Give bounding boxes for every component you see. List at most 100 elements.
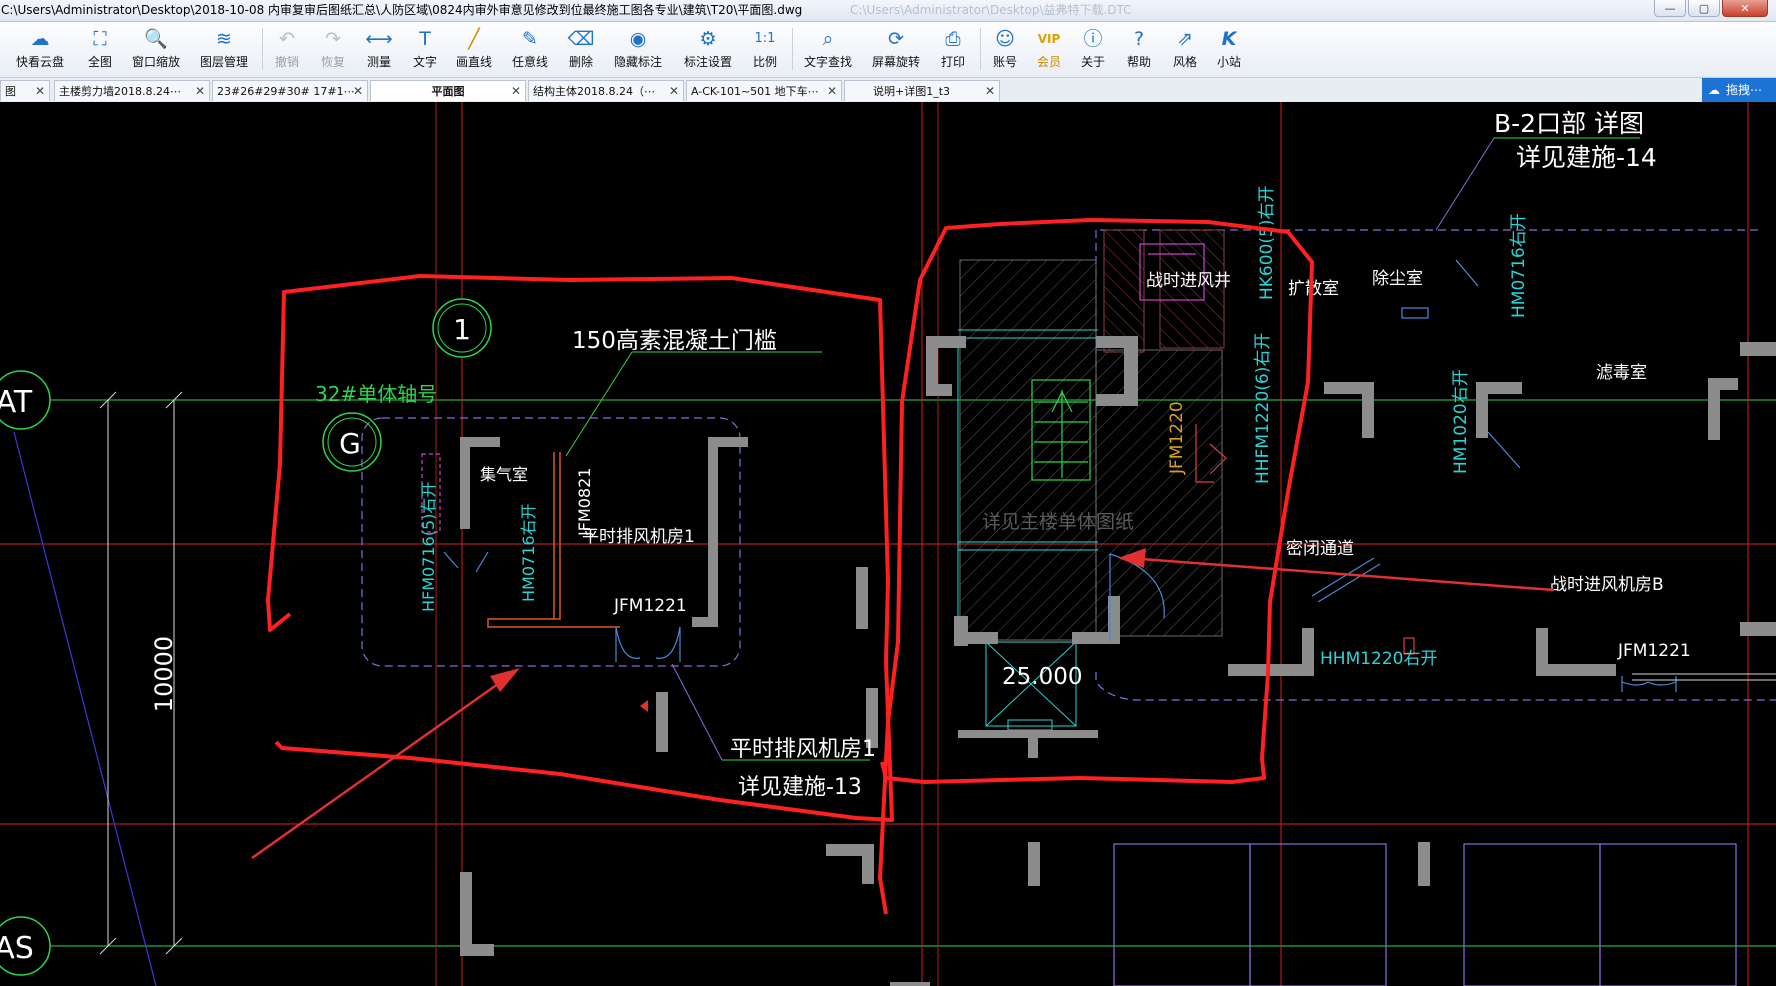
printer-icon: ⎙ — [945, 28, 961, 50]
drag-label: 拖拽⋯ — [1726, 83, 1763, 97]
tool-label: 全图 — [87, 55, 112, 69]
style-button[interactable]: ⇗ 风格 — [1168, 24, 1202, 74]
line-icon: ╱ — [468, 28, 480, 50]
tab-close-icon[interactable]: ✕ — [35, 81, 45, 101]
text-search-icon: ⌕ — [822, 28, 834, 50]
tool-label: 帮助 — [1126, 55, 1151, 69]
b2-leader — [1435, 137, 1495, 231]
text-search-button[interactable]: ⌕ 文字查找 — [800, 24, 856, 74]
door-label-hhm1220: HHM1220右开 — [1320, 649, 1438, 669]
annotation-settings-button[interactable]: ⚙ 标注设置 — [680, 24, 736, 74]
rotate-screen-icon: ⟳ — [888, 28, 904, 50]
text-icon: T — [419, 28, 431, 50]
ref-sheet-label: 详见建施-13 — [738, 775, 862, 800]
diagonal-line — [13, 431, 157, 986]
tool-label: 标注设置 — [683, 55, 732, 69]
tab-close-icon[interactable]: ✕ — [511, 81, 521, 101]
maximize-button[interactable]: ▢ — [1688, 0, 1720, 17]
door-label-jfm1221-a: JFM1221 — [613, 596, 687, 616]
tool-label: 比例 — [752, 55, 777, 69]
tab-close-icon[interactable]: ✕ — [195, 81, 205, 101]
freehand-button[interactable]: ✎ 任意线 — [508, 24, 552, 74]
ref-leader — [671, 663, 723, 761]
tool-label: 关于 — [1080, 55, 1105, 69]
ghost-title: C:\Users\Administrator\Desktop\益弗特下载.DTC — [850, 3, 1132, 17]
document-tabs: 图 ✕ 主楼剪力墙2018.8.24⋯ ✕ 23#26#29#30# 17#1⋯… — [0, 78, 1776, 103]
vip-button[interactable]: VIP 会员 — [1032, 24, 1066, 74]
draw-line-button[interactable]: ╱ 画直线 — [452, 24, 496, 74]
tab-item-active[interactable]: 平面图 ✕ — [370, 80, 526, 101]
full-view-icon: ⛶ — [93, 28, 107, 50]
tab-item[interactable]: 主楼剪力墙2018.8.24⋯ ✕ — [54, 80, 210, 101]
markup-arrowhead-left — [490, 668, 520, 692]
eraser-icon: ⌫ — [567, 28, 595, 50]
tab-item[interactable]: A-CK-101~501 地下车⋯ ✕ — [686, 80, 842, 101]
room-label-lvdu: 滤毒室 — [1596, 363, 1647, 383]
help-button[interactable]: ? 帮助 — [1122, 24, 1156, 74]
text-button[interactable]: T 文字 — [408, 24, 442, 74]
cad-drawing: 10000 AT AS 1 G 32#单体轴号 150高素混凝土门槛 集气室 J… — [0, 102, 1776, 986]
toolbar-separator — [262, 28, 263, 70]
print-button[interactable]: ⎙ 打印 — [936, 24, 970, 74]
full-view-button[interactable]: ⛶ 全图 — [80, 24, 120, 74]
delete-button[interactable]: ⌫ 删除 — [564, 24, 598, 74]
b2-ref: 详见建施-14 — [1516, 143, 1657, 172]
about-button[interactable]: ⓘ 关于 — [1076, 24, 1110, 74]
stair-core-hatch — [959, 259, 1097, 641]
tab-label: 结构主体2018.8.24（⋯ — [533, 85, 655, 98]
tab-close-icon[interactable]: ✕ — [985, 81, 995, 101]
station-button[interactable]: K 小站 — [1212, 24, 1246, 74]
room-label-b: 战时进风机房B — [1550, 575, 1664, 595]
toolbar: ☁ 快看云盘 ⛶ 全图 🔍 窗口缩放 ≋ 图层管理 ↶ 撤销 ↷ 恢复 ⟷ 测量… — [0, 22, 1776, 78]
layers-button[interactable]: ≋ 图层管理 — [196, 24, 252, 74]
vip-icon: VIP — [1037, 32, 1061, 46]
door-label-jfm1220: JFM1220 — [1167, 401, 1187, 475]
redo-button[interactable]: ↷ 恢复 — [316, 24, 350, 74]
window-zoom-icon: 🔍 — [144, 28, 168, 50]
k-station-icon: K — [1221, 28, 1237, 50]
room-label-pingshi: 平时排风机房1 — [582, 527, 695, 547]
tab-item[interactable]: 图 ✕ — [0, 80, 50, 101]
tab-close-icon[interactable]: ✕ — [669, 81, 679, 101]
door-label-jfm1221-b: JFM1221 — [1617, 641, 1691, 661]
tab-item[interactable]: 23#26#29#30# 17#1⋯ ✕ — [212, 80, 368, 101]
tab-item[interactable]: 结构主体2018.8.24（⋯ ✕ — [528, 80, 684, 101]
tool-label: 屏幕旋转 — [871, 55, 920, 69]
door-label-hm1020: HM1020右开 — [1451, 369, 1471, 474]
tool-label: 快看云盘 — [15, 55, 64, 69]
undo-button[interactable]: ↶ 撤销 — [270, 24, 304, 74]
scale-button[interactable]: 1:1 比例 — [748, 24, 782, 74]
cloud-drive-button[interactable]: ☁ 快看云盘 — [8, 24, 72, 74]
shaft-hatch — [1103, 229, 1145, 353]
window-title: C:\Users\Administrator\Desktop\2018-10-0… — [1, 3, 803, 17]
user-icon: ☺ — [995, 28, 1015, 50]
tool-label: 图层管理 — [199, 55, 248, 69]
tab-close-icon[interactable]: ✕ — [353, 81, 363, 101]
measure-button[interactable]: ⟷ 测量 — [362, 24, 396, 74]
title-bar: C:\Users\Administrator\Desktop\2018-10-0… — [0, 0, 1776, 22]
tab-item[interactable]: 说明+详图1_t3 ✕ — [844, 80, 1000, 101]
door-label-hhfm1220: HHFM1220(6)右开 — [1253, 333, 1273, 484]
window-zoom-button[interactable]: 🔍 窗口缩放 — [128, 24, 184, 74]
tool-label: 测量 — [366, 55, 391, 69]
door-label-hfm0716: HFM0716(5)右开 — [419, 482, 438, 612]
tool-label: 风格 — [1172, 55, 1197, 69]
drag-panel-button[interactable]: ☁ 拖拽⋯ — [1702, 78, 1776, 102]
account-button[interactable]: ☺ 账号 — [988, 24, 1022, 74]
passage-label: 密闭通道 — [1286, 539, 1354, 559]
scale-icon: 1:1 — [754, 31, 776, 46]
tool-label: 恢复 — [320, 55, 345, 69]
undo-icon: ↶ — [279, 28, 295, 50]
tool-label: 隐藏标注 — [613, 55, 662, 69]
close-button[interactable]: ✕ — [1722, 0, 1768, 17]
minimize-button[interactable]: — — [1654, 0, 1686, 17]
rotate-screen-button[interactable]: ⟳ 屏幕旋转 — [868, 24, 924, 74]
room-label-kuosan: 扩散室 — [1288, 279, 1339, 299]
style-icon: ⇗ — [1177, 28, 1193, 50]
tab-close-icon[interactable]: ✕ — [827, 81, 837, 101]
toolbar-separator — [980, 28, 981, 70]
drawing-canvas[interactable]: 10000 AT AS 1 G 32#单体轴号 150高素混凝土门槛 集气室 J… — [0, 102, 1776, 986]
redo-icon: ↷ — [325, 28, 341, 50]
hide-annotations-button[interactable]: ◉ 隐藏标注 — [610, 24, 666, 74]
stair-note: 详见主楼单体图纸 — [982, 511, 1134, 533]
